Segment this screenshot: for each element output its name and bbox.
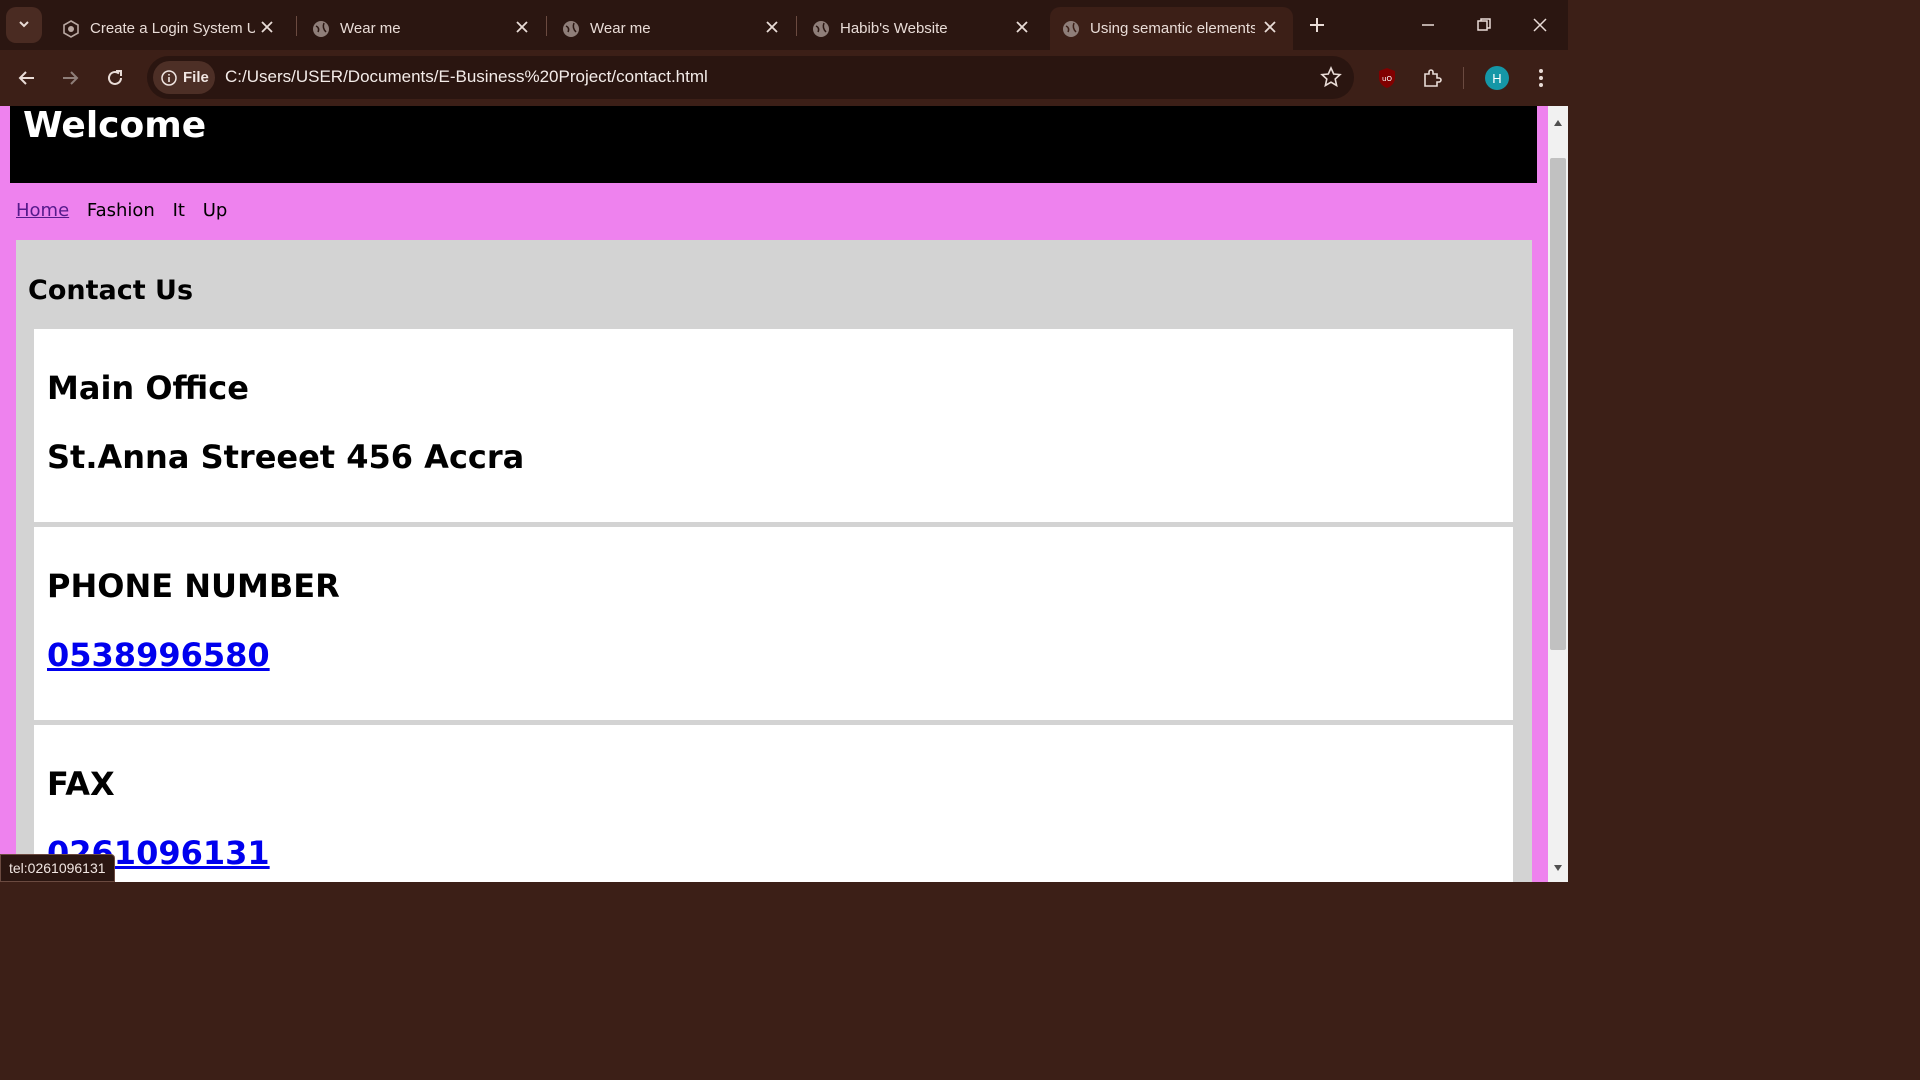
chevron-down-icon <box>17 16 31 35</box>
tab-separator <box>796 16 797 36</box>
more-vertical-icon <box>1539 69 1543 87</box>
tab-title: Wear me <box>590 20 651 37</box>
url-text[interactable]: C:/Users/USER/Documents/E-Business%20Pro… <box>225 67 708 87</box>
section-title: Contact Us <box>28 275 194 306</box>
puzzle-icon <box>1424 69 1442 87</box>
close-tab-icon[interactable] <box>763 18 781 36</box>
restore-icon <box>1477 18 1491 31</box>
site-header: Welcome <box>10 106 1537 183</box>
new-tab-button[interactable] <box>1304 12 1330 38</box>
tab-strip: Create a Login System Us Wear me Wear me… <box>0 0 1568 50</box>
page-title: Welcome <box>23 106 207 146</box>
avatar: H <box>1485 66 1509 90</box>
tab-title: Create a Login System Us <box>90 20 255 37</box>
svg-text:uO: uO <box>1382 75 1392 83</box>
nav-link-up[interactable]: Up <box>203 200 228 221</box>
tab-favicon-icon <box>63 19 79 38</box>
reload-icon <box>108 70 122 85</box>
address-bar[interactable]: File C:/Users/USER/Documents/E-Business%… <box>147 56 1354 99</box>
tab[interactable]: Wear me <box>550 7 795 50</box>
globe-icon <box>313 20 329 37</box>
site-chip-label: File <box>183 69 209 86</box>
tab-title: Habib's Website <box>840 20 948 37</box>
minimize-button[interactable] <box>1400 0 1456 50</box>
site-nav: Home Fashion It Up <box>16 200 239 221</box>
scroll-up-arrow-icon[interactable] <box>1553 112 1563 131</box>
ublock-shield-icon: uO <box>1379 68 1395 88</box>
close-tab-icon[interactable] <box>513 18 531 36</box>
contact-card-office: Main Office St.Anna Streeet 456 Accra <box>34 329 1513 522</box>
arrow-right-icon <box>63 71 79 85</box>
forward-button[interactable] <box>54 62 86 94</box>
plus-icon <box>1310 18 1324 32</box>
tab-title: Using semantic elements <box>1090 20 1255 37</box>
tab-separator <box>296 16 297 36</box>
phone-link[interactable]: 0538996580 <box>47 636 270 674</box>
ublock-extension-button[interactable]: uO <box>1371 62 1403 94</box>
card-title: FAX <box>47 765 115 803</box>
card-title: Main Office <box>47 369 249 407</box>
globe-icon <box>563 20 579 37</box>
tab-active[interactable]: Using semantic elements <box>1050 7 1293 50</box>
menu-button[interactable] <box>1525 62 1557 94</box>
globe-icon <box>1063 20 1079 37</box>
status-bubble: tel:0261096131 <box>0 854 115 882</box>
contact-section: Contact Us Main Office St.Anna Streeet 4… <box>16 240 1532 882</box>
arrow-left-icon <box>18 71 34 85</box>
close-tab-icon[interactable] <box>1013 18 1031 36</box>
nav-link-it[interactable]: It <box>173 200 185 221</box>
restore-button[interactable] <box>1456 0 1512 50</box>
nav-link-fashion[interactable]: Fashion <box>87 200 155 221</box>
close-window-button[interactable] <box>1512 0 1568 50</box>
tab-title: Wear me <box>340 20 401 37</box>
contact-card-fax: FAX 0261096131 <box>34 725 1513 882</box>
contact-card-phone: PHONE NUMBER 0538996580 <box>34 527 1513 720</box>
tab-search-button[interactable] <box>6 7 42 43</box>
vertical-scrollbar[interactable] <box>1548 106 1568 882</box>
extensions-button[interactable] <box>1416 62 1448 94</box>
tab-separator <box>546 16 547 36</box>
scrollbar-thumb[interactable] <box>1550 158 1566 650</box>
back-button[interactable] <box>11 62 43 94</box>
info-icon <box>161 69 177 86</box>
tab[interactable]: Habib's Website <box>800 7 1045 50</box>
card-value: St.Anna Streeet 456 Accra <box>47 438 525 476</box>
close-tab-icon[interactable] <box>258 18 276 36</box>
minimize-icon <box>1422 24 1434 26</box>
close-icon <box>1533 18 1547 32</box>
reload-button[interactable] <box>99 62 131 94</box>
site-info-chip[interactable]: File <box>153 61 215 94</box>
card-title: PHONE NUMBER <box>47 567 340 605</box>
bookmark-star-icon[interactable] <box>1320 66 1342 92</box>
tab[interactable]: Wear me <box>300 7 545 50</box>
close-tab-icon[interactable] <box>1261 18 1279 36</box>
globe-icon <box>813 20 829 37</box>
tab[interactable]: Create a Login System Us <box>50 7 290 50</box>
scroll-down-arrow-icon[interactable] <box>1553 857 1563 876</box>
toolbar-divider <box>1463 67 1464 89</box>
nav-link-home[interactable]: Home <box>16 200 69 221</box>
page-viewport: Welcome Home Fashion It Up Contact Us Ma… <box>0 106 1548 882</box>
browser-toolbar: File C:/Users/USER/Documents/E-Business%… <box>0 50 1568 106</box>
profile-button[interactable]: H <box>1481 62 1513 94</box>
